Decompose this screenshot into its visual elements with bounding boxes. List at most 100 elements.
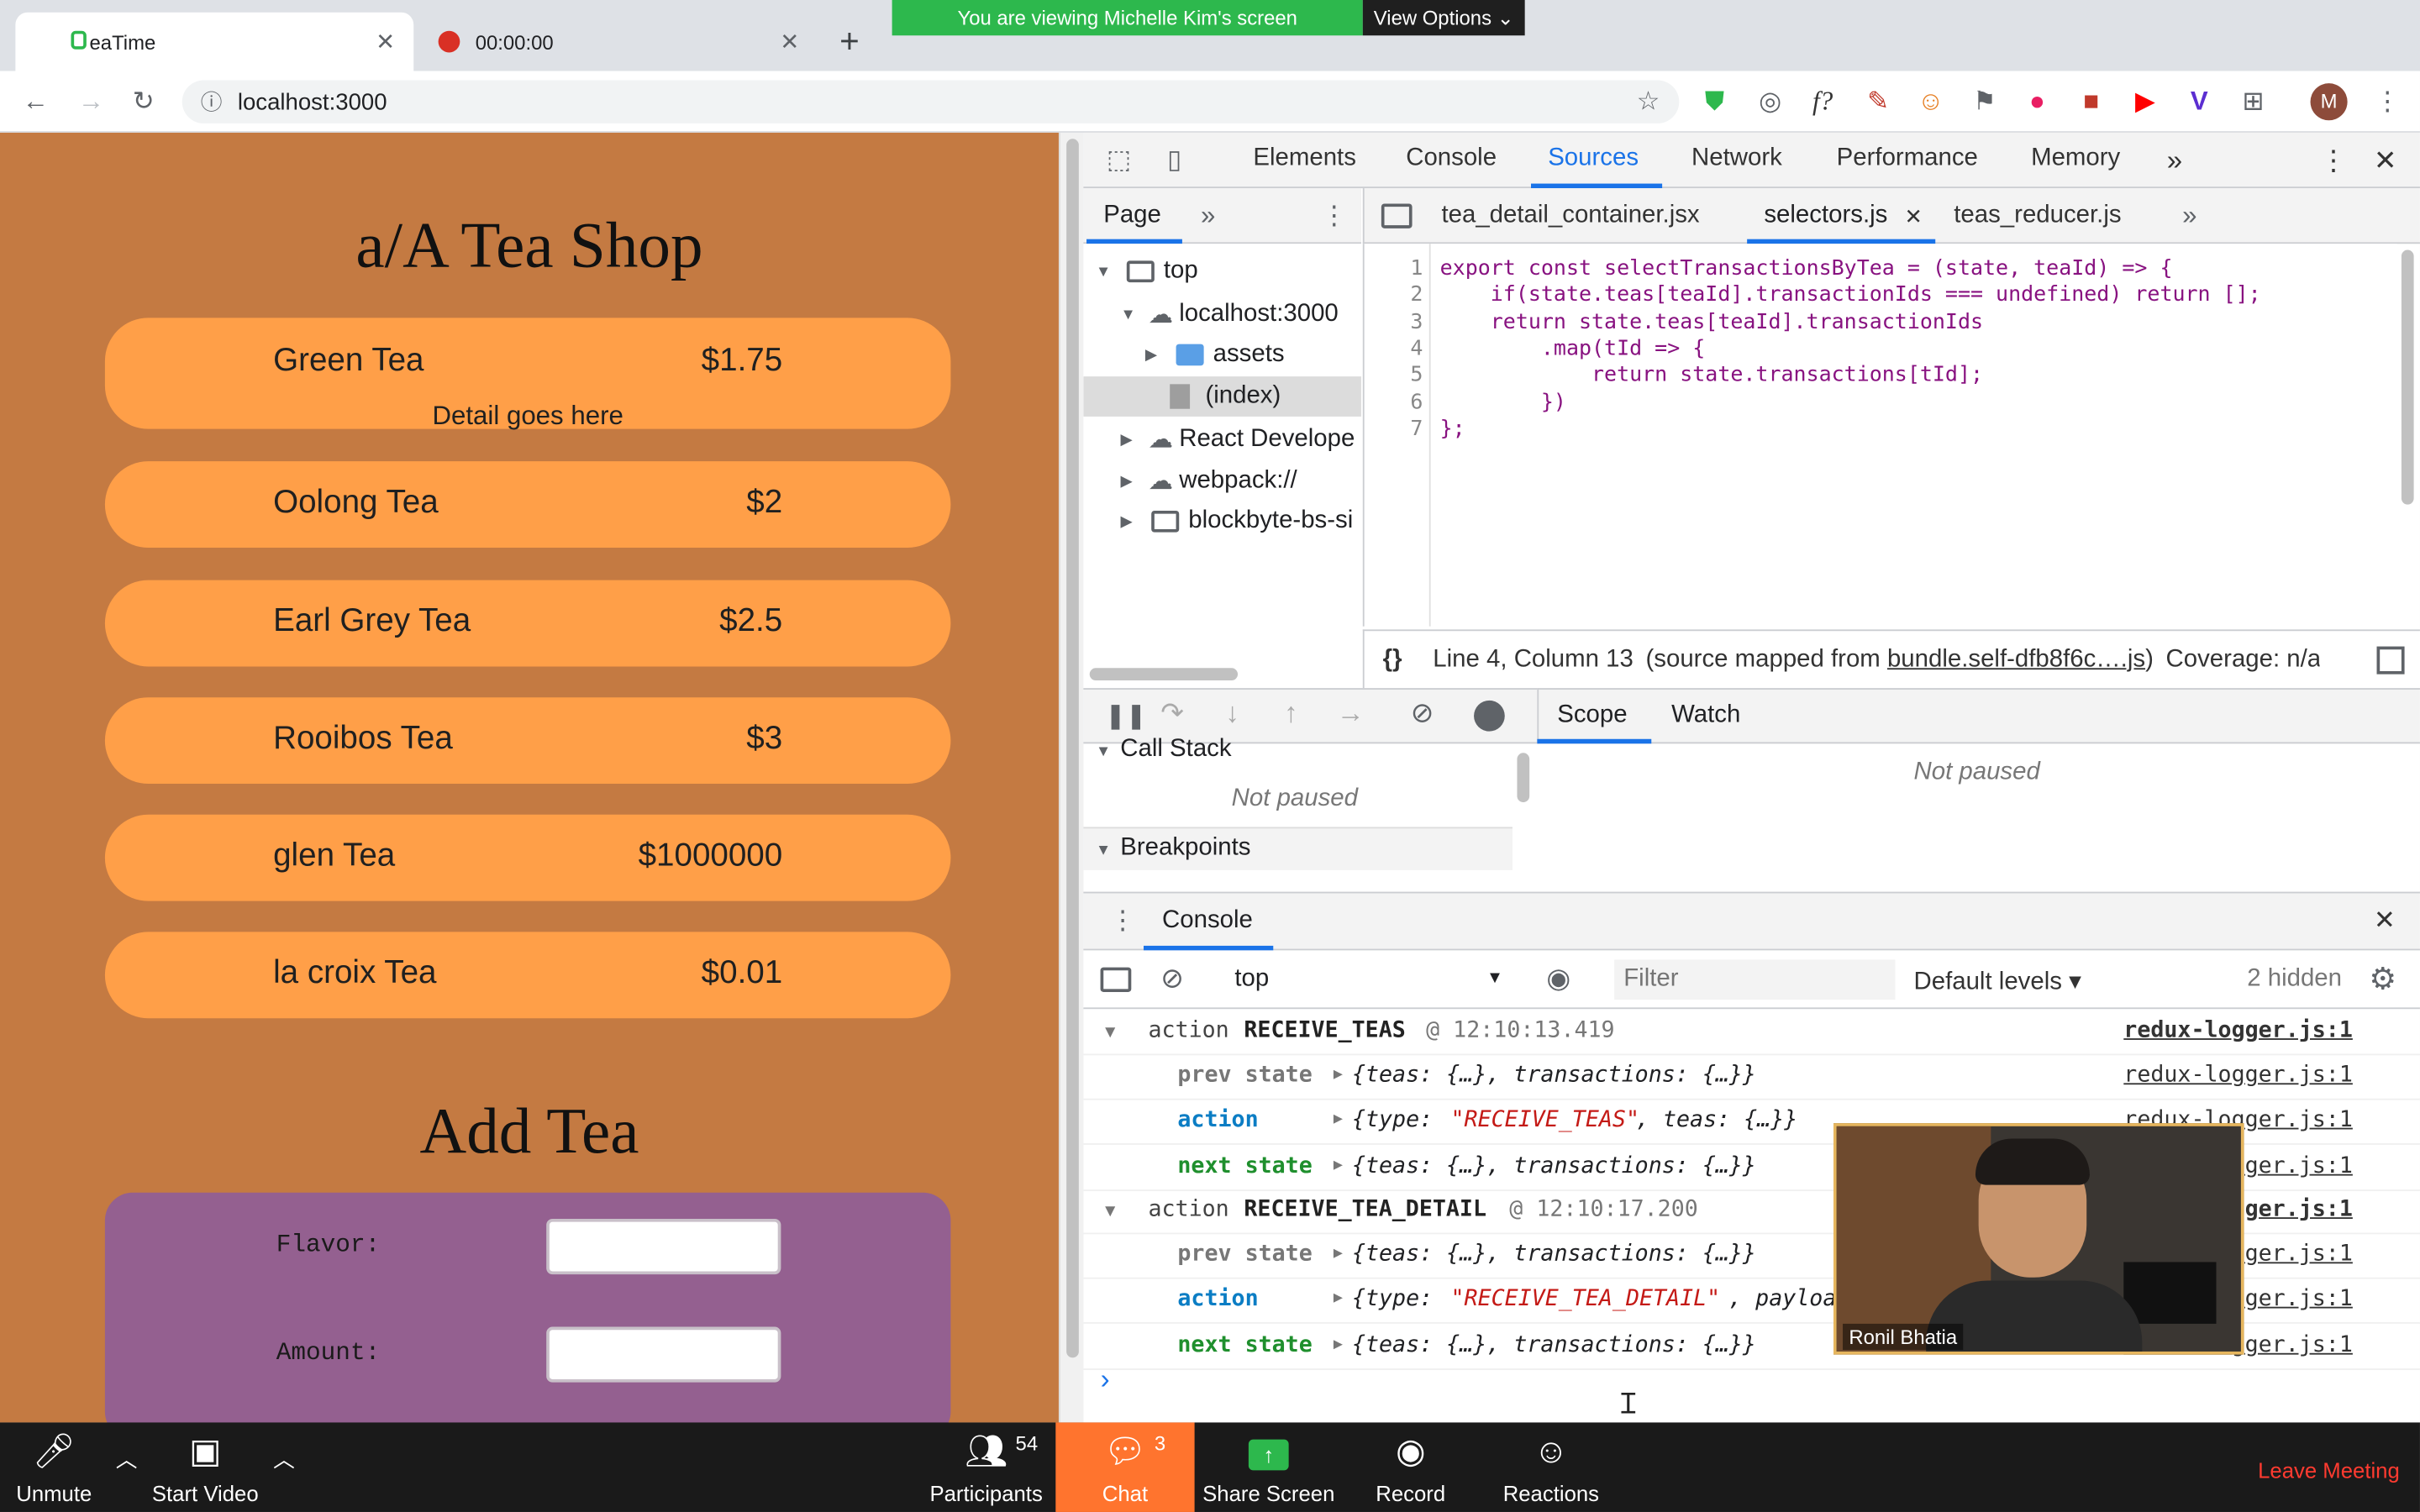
shield-extension-icon[interactable]: ⛊: [1697, 85, 1731, 118]
console-sidebar-icon[interactable]: [1100, 967, 1132, 992]
call-stack-header[interactable]: ▼ Call Stack: [1096, 736, 1232, 764]
log-source-link[interactable]: redux-logger.js:1: [2123, 1063, 2353, 1087]
live-expression-eye-icon[interactable]: ◉: [1546, 963, 1570, 995]
amount-input[interactable]: [546, 1326, 781, 1383]
tab-network[interactable]: Network: [1691, 145, 1782, 173]
line-number[interactable]: 2: [1365, 282, 1423, 307]
extension-icon[interactable]: ■: [2075, 85, 2108, 118]
record-button[interactable]: ◉ Record: [1358, 1422, 1463, 1512]
deactivate-breakpoints-icon[interactable]: ⊘: [1411, 697, 1434, 730]
participant-video[interactable]: Ronil Bhatia: [1833, 1123, 2244, 1355]
tab-console[interactable]: Console: [1406, 145, 1497, 173]
youtube-extension-icon[interactable]: ▶: [2128, 85, 2162, 118]
tea-card[interactable]: Earl Grey Tea $2.5: [104, 580, 951, 667]
device-toolbar-icon[interactable]: ▯: [1158, 144, 1192, 177]
line-number[interactable]: 1: [1365, 256, 1423, 281]
reload-icon[interactable]: ↻: [127, 85, 160, 118]
log-levels-select[interactable]: Default levels ▾: [1914, 966, 2081, 997]
browser-tab-timer[interactable]: 00:00:00 ✕: [420, 13, 818, 71]
video-options-chevron-icon[interactable]: ︿: [269, 1422, 300, 1512]
tea-card[interactable]: Oolong Tea $2: [104, 461, 951, 549]
bookmark-icon[interactable]: ⚑: [1968, 85, 2002, 118]
editor-scrollbar[interactable]: [2401, 249, 2414, 505]
tab-sources[interactable]: Sources: [1548, 145, 1639, 173]
tab-scope[interactable]: Scope: [1557, 702, 1627, 730]
toggle-debugger-icon[interactable]: [2376, 646, 2405, 675]
more-tabs-icon[interactable]: »: [2167, 145, 2182, 178]
navigator-hscrollbar[interactable]: [1089, 668, 1239, 680]
console-row[interactable]: prev state ▶ {teas: {…}, transactions: {…: [1083, 1053, 2420, 1100]
line-number[interactable]: 4: [1365, 336, 1423, 360]
tea-card[interactable]: Green Tea $1.75 Detail goes here: [104, 318, 951, 430]
share-screen-button[interactable]: ↑ Share Screen: [1201, 1422, 1337, 1512]
tree-item-webpack[interactable]: ▶ ☁ webpack://: [1120, 466, 1297, 497]
pretty-print-icon[interactable]: {}: [1383, 646, 1402, 674]
tree-item-index[interactable]: (index): [1083, 376, 1361, 417]
grid-extension-icon[interactable]: ⊞: [2236, 85, 2270, 118]
console-filter-input[interactable]: [1614, 959, 1896, 1000]
step-over-icon[interactable]: ↷: [1160, 697, 1184, 730]
file-tab[interactable]: tea_detail_container.jsx: [1441, 202, 1699, 230]
eyedropper-extension-icon[interactable]: ✎: [1861, 85, 1895, 118]
drawer-tab-console[interactable]: Console: [1162, 907, 1253, 935]
step-into-icon[interactable]: ↓: [1225, 697, 1239, 730]
reactions-button[interactable]: ☺ Reactions: [1491, 1422, 1611, 1512]
tab-performance[interactable]: Performance: [1837, 145, 1978, 173]
file-tab-close-icon[interactable]: ✕: [1904, 203, 1923, 229]
devtools-menu-icon[interactable]: ⋮: [2320, 145, 2348, 178]
tree-item-assets[interactable]: ▶ assets: [1145, 341, 1285, 369]
participants-button[interactable]: 👥︎ 54 Participants: [926, 1422, 1046, 1512]
unmute-button[interactable]: 🎤︎ Unmute: [0, 1422, 108, 1512]
extension-icon[interactable]: ●: [2020, 85, 2054, 118]
page-scrollbar[interactable]: [1058, 132, 1084, 1423]
flavor-input[interactable]: [546, 1218, 781, 1275]
leave-meeting-button[interactable]: Leave Meeting: [2258, 1458, 2400, 1483]
drawer-menu-icon[interactable]: ⋮: [1110, 906, 1136, 937]
line-number[interactable]: 7: [1365, 417, 1423, 441]
code-editor[interactable]: 1 2 3 4 5 6 7 export const selectTransac…: [1362, 244, 2397, 627]
more-files-icon[interactable]: »: [2182, 201, 2196, 232]
tab-elements[interactable]: Elements: [1253, 145, 1356, 173]
context-select[interactable]: top ▼: [1234, 966, 1506, 994]
start-video-button[interactable]: ▣ Start Video: [151, 1422, 260, 1512]
pause-icon[interactable]: ❚❚: [1105, 701, 1146, 732]
browser-tab-active[interactable]: eaTime ✕: [15, 12, 414, 71]
chat-button[interactable]: 💬︎ 3 Chat: [1055, 1422, 1195, 1512]
line-number[interactable]: 3: [1365, 310, 1423, 334]
menu-dots-icon[interactable]: ⋮: [2370, 85, 2404, 118]
extension-icon[interactable]: ☺: [1914, 85, 1948, 118]
bookmark-star-icon[interactable]: ☆: [1631, 85, 1665, 118]
pause-on-exceptions-icon[interactable]: [1474, 700, 1505, 732]
log-source-link[interactable]: redux-logger.js:1: [2123, 1018, 2353, 1042]
vue-extension-icon[interactable]: V: [2182, 85, 2216, 118]
drawer-close-icon[interactable]: ✕: [2374, 906, 2396, 937]
info-icon[interactable]: ⓘ: [194, 85, 228, 118]
file-tab-active[interactable]: selectors.js: [1764, 202, 1887, 230]
line-number[interactable]: 5: [1365, 363, 1423, 387]
console-settings-gear-icon[interactable]: ⚙: [2369, 959, 2396, 998]
devtools-close-icon[interactable]: ✕: [2374, 145, 2397, 178]
back-icon[interactable]: ←: [18, 85, 52, 118]
step-out-icon[interactable]: ↑: [1284, 697, 1298, 730]
tree-item-react[interactable]: ▶ ☁ React Develope: [1120, 424, 1355, 455]
tea-card[interactable]: Rooibos Tea $3: [104, 697, 951, 785]
audio-options-chevron-icon[interactable]: ︿: [111, 1422, 142, 1512]
console-prompt[interactable]: ›: [1101, 1364, 1110, 1397]
address-bar[interactable]: localhost:3000: [182, 80, 1680, 123]
tea-card[interactable]: la croix Tea $0.01: [104, 932, 951, 1019]
file-tab[interactable]: teas_reducer.js: [1954, 202, 2121, 230]
tree-item-top[interactable]: ▼ top: [1096, 258, 1198, 286]
breakpoints-header[interactable]: ▼ Breakpoints: [1096, 835, 1250, 863]
step-icon[interactable]: →: [1337, 697, 1365, 730]
tree-item-blockbyte[interactable]: ▶ blockbyte-bs-si: [1120, 507, 1353, 535]
debugger-scrollbar[interactable]: [1517, 753, 1530, 803]
view-options-button[interactable]: View Options ⌄: [1362, 0, 1525, 36]
toggle-navigator-icon[interactable]: [1381, 203, 1413, 228]
scrollbar-thumb[interactable]: [1066, 139, 1079, 1358]
tab-close-icon[interactable]: ✕: [780, 28, 799, 55]
navigator-more-icon[interactable]: »: [1201, 201, 1215, 232]
inspect-element-icon[interactable]: ⬚: [1102, 144, 1135, 177]
source-map-link[interactable]: bundle.self-dfb8f6c….js: [1887, 646, 2145, 674]
tab-watch[interactable]: Watch: [1671, 702, 1740, 730]
extension-icon[interactable]: ◎: [1753, 85, 1786, 118]
